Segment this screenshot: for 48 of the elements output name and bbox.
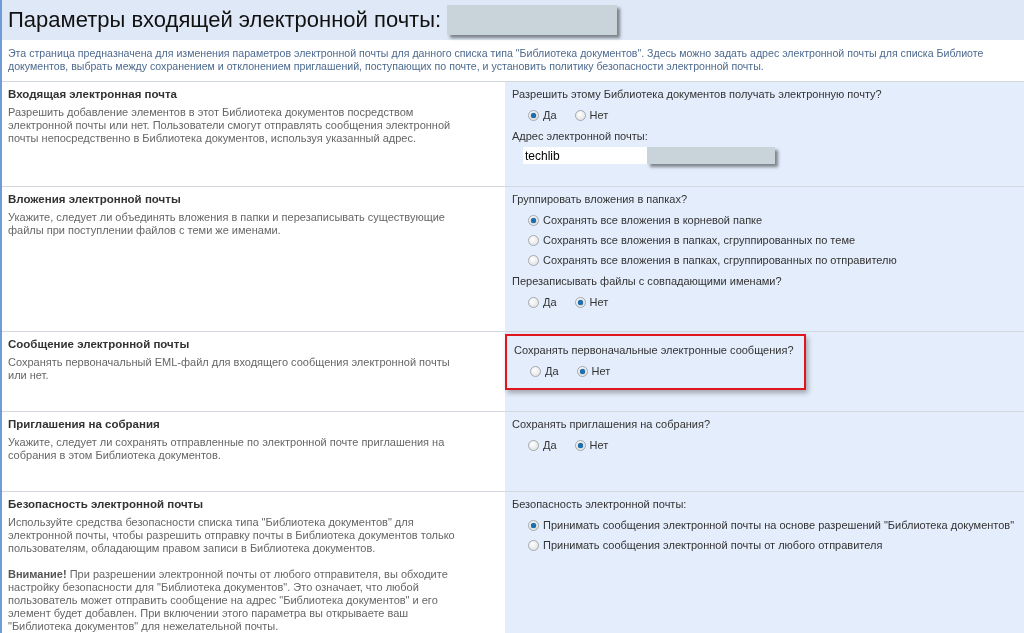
option-label[interactable]: Принимать сообщения электронной почты на основе разрешений "Библиотека документов" [543, 519, 1015, 531]
section-heading: Безопасность электронной почты [8, 498, 204, 510]
option-label[interactable]: Сохранять все вложения в папках, сгруппированных по отправителю [543, 254, 897, 266]
email-address-field[interactable]: techlib [523, 147, 647, 164]
radio-button[interactable] [528, 214, 539, 226]
question-label: Разрешить этому Библиотека документов получать электронную почту? [512, 87, 883, 102]
option-label[interactable]: Нет [591, 365, 611, 377]
question-label: Сохранять первоначальные электронные сообщения? [514, 343, 794, 358]
radio-button[interactable] [528, 109, 539, 121]
radio-button[interactable] [528, 254, 539, 266]
section-description: Сохранять первоначальный EML-файл для входящего сообщения электронной почты или нет. [8, 356, 451, 382]
radio-button[interactable] [574, 439, 586, 451]
option-label[interactable]: Принимать сообщения электронной почты от любого отправителя [543, 539, 883, 551]
radio-button[interactable] [528, 439, 539, 451]
radio-button[interactable] [528, 539, 539, 551]
section-heading: Входящая электронная почта [8, 88, 178, 100]
question-label: Адрес электронной почты: [512, 129, 649, 144]
section-heading: Сообщение электронной почты [8, 338, 191, 350]
section-description: Разрешить добавление элементов в этот Библиотека документов посредством электронной почты или нет. Пользователи смогут отправлять сообщения электронной почты непосредственно в Библиотека документов, используя указанный адрес. [8, 106, 452, 145]
option-label[interactable]: Сохранять все вложения в корневой папке [543, 214, 763, 226]
radio-button[interactable] [528, 234, 539, 246]
intro-text: документов, выбрать между сохранением и отклонением приглашений, поступающих по почте, и установить политику безопасности электронной почты. [8, 60, 765, 73]
question-label: Перезаписывать файлы с совпадающими именами? [512, 274, 783, 289]
radio-button[interactable] [528, 296, 539, 308]
question-label: Сохранять приглашения на собрания? [512, 417, 712, 432]
page-title: Параметры входящей электронной почты: [8, 7, 442, 33]
option-label[interactable]: Нет [589, 109, 609, 121]
option-label[interactable]: Да [545, 365, 559, 377]
option-label[interactable]: Нет [589, 439, 609, 451]
option-label[interactable]: Да [543, 109, 557, 121]
radio-button[interactable] [574, 296, 586, 308]
section-heading: Вложения электронной почты [8, 193, 182, 205]
radio-button[interactable] [528, 519, 539, 531]
question-label: Безопасность электронной почты: [512, 497, 688, 512]
section-heading: Приглашения на собрания [8, 418, 161, 430]
option-label[interactable]: Нет [589, 296, 609, 308]
option-label[interactable]: Да [543, 439, 557, 451]
intro-text: Эта страница предназначена для изменения параметров электронной почты для данного списка типа "Библиотека документов". Здесь можно задать адрес электронной почты для списка Библиоте [8, 47, 985, 60]
radio-button[interactable] [530, 365, 541, 377]
option-label[interactable]: Да [543, 296, 557, 308]
section-description: Внимание! При разрешении электронной почты от любого отправителя, вы обходите настройку безопасности для "Библиотека документов". Это означает, что любой пользователь может отправить сообщение на адрес "Библиотека документов" и его элемент будет добавлен. При включении этого параметра вы открываете ваш "Библиотека документов" для нежелательной почты. [8, 568, 449, 633]
question-label: Группировать вложения в папках? [512, 192, 689, 207]
radio-button[interactable] [576, 365, 588, 377]
section-description: Укажите, следует ли объединять вложения в папки и перезаписывать существующие файлы при поступлении файлов с теми же именами. [8, 211, 446, 237]
section-description: Укажите, следует ли сохранять отправленные по электронной почте приглашения на собрания в этом Библиотека документов. [8, 436, 446, 462]
option-label[interactable]: Сохранять все вложения в папках, сгруппированных по теме [543, 234, 856, 246]
radio-button[interactable] [574, 109, 586, 121]
section-description: Используйте средства безопасности списка типа "Библиотека документов" для электронной почты, чтобы разрешить отправку почты в Библиотека документов только пользователям, обладающим правом записи в Библиотека документов. [8, 516, 456, 555]
